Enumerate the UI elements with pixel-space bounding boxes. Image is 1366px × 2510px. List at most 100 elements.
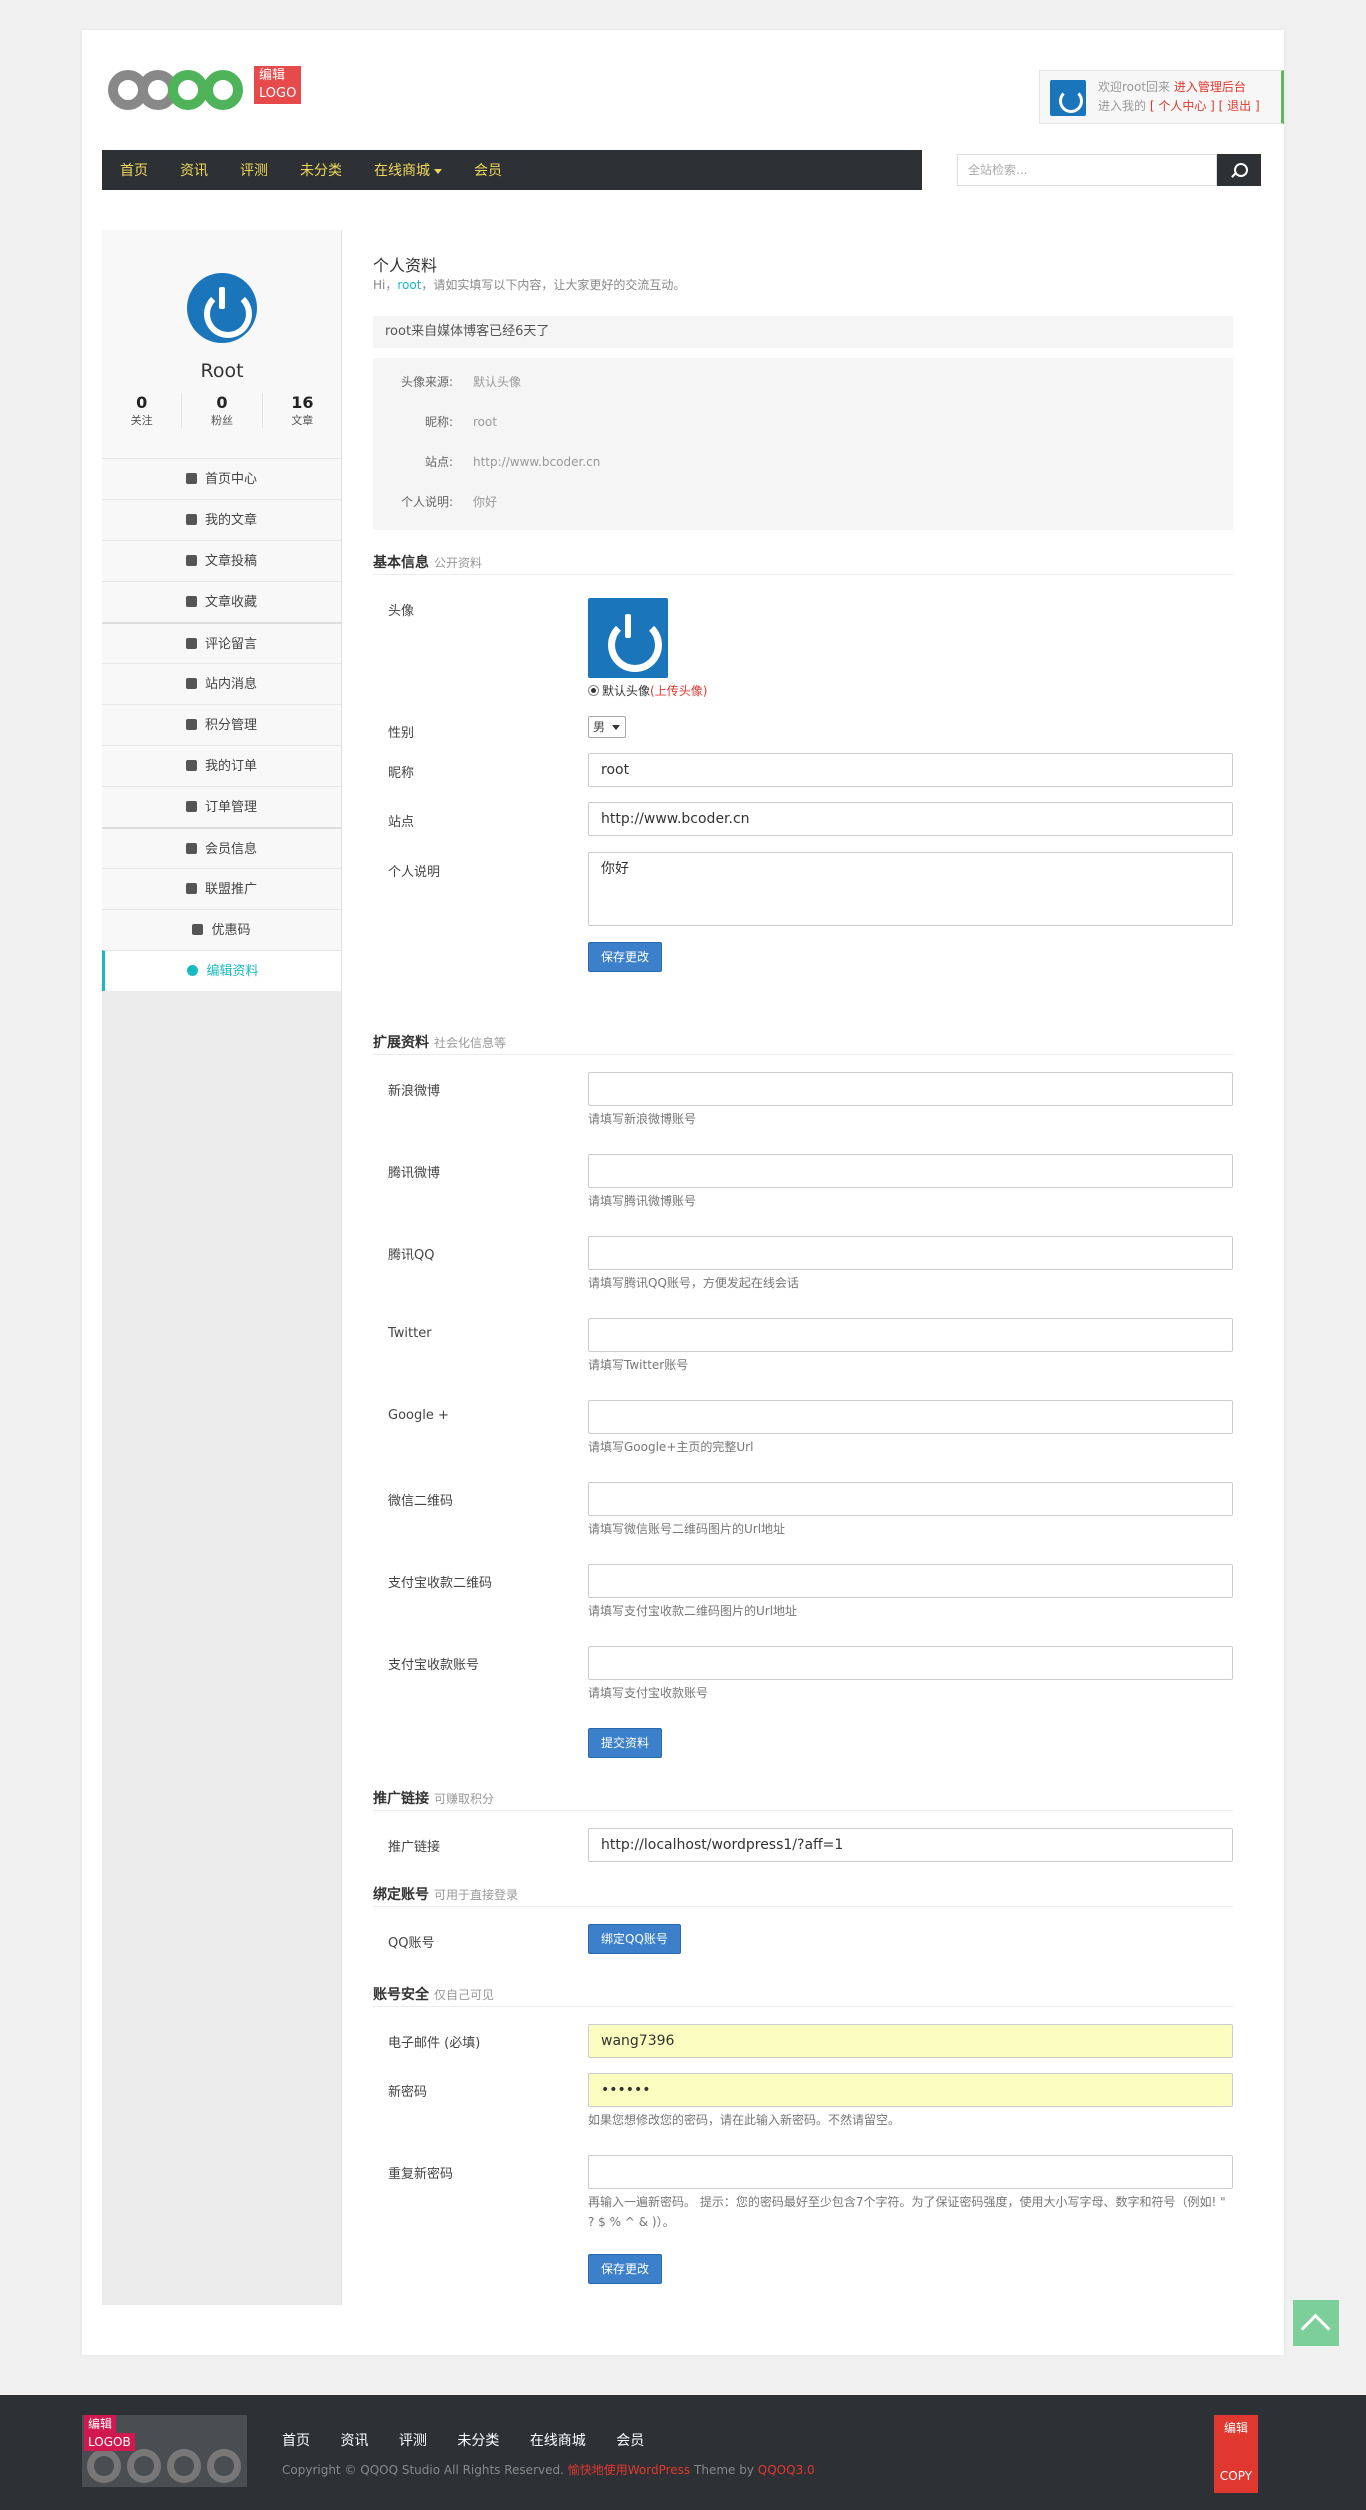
repeat-password-input[interactable] bbox=[588, 2155, 1233, 2189]
footer-nav-news[interactable]: 资讯 bbox=[340, 2433, 368, 2449]
back-to-top-button[interactable] bbox=[1293, 2300, 1339, 2346]
sidebar-item-label: 订单管理 bbox=[204, 800, 257, 815]
greeting-prefix: Hi， bbox=[373, 278, 398, 292]
qq-hint: 请填写腾讯QQ账号，方便发起在线会话 bbox=[588, 1276, 799, 1290]
site-logo[interactable]: 编辑LOGO bbox=[108, 66, 302, 130]
site-footer: 编辑 LOGOB 首页 资讯 评测 未分类 在线商城 会员 Copyright … bbox=[0, 2395, 1366, 2510]
nav-uncategorized[interactable]: 未分类 bbox=[300, 160, 342, 180]
upload-avatar-link[interactable]: (上传头像) bbox=[650, 684, 707, 698]
qq-input[interactable] bbox=[588, 1236, 1233, 1270]
nav-review[interactable]: 评测 bbox=[240, 160, 268, 180]
money-icon bbox=[185, 883, 197, 894]
sidebar-menu: 首页中心 我的文章 文章投稿 文章收藏 评论留言 站内消息 积分管理 我的订单 … bbox=[102, 458, 341, 991]
save-security-button[interactable]: 保存更改 bbox=[588, 2254, 663, 2284]
greeting-user[interactable]: root bbox=[397, 278, 421, 292]
sidebar-item-order-admin[interactable]: 订单管理 bbox=[102, 786, 341, 827]
theme-link[interactable]: QQOQ3.0 bbox=[758, 2463, 815, 2477]
site-input[interactable]: http://www.bcoder.cn bbox=[588, 802, 1233, 836]
gender-select[interactable]: 男 bbox=[588, 716, 626, 738]
footer-logo-tag[interactable]: 编辑 bbox=[84, 2415, 117, 2433]
stat-articles[interactable]: 16 文章 bbox=[263, 393, 342, 428]
greeting: Hi，root，请如实填写以下内容，让大家更好的交流互动。 bbox=[373, 276, 685, 293]
submit-extended-button[interactable]: 提交资料 bbox=[588, 1728, 663, 1758]
section-title: 绑定账号 bbox=[373, 1887, 429, 1903]
nav-member[interactable]: 会员 bbox=[474, 160, 502, 180]
logout-link[interactable]: [ 退出 ] bbox=[1219, 99, 1260, 113]
user-center-link[interactable]: [ 个人中心 ] bbox=[1150, 99, 1215, 113]
footer-edit-button[interactable]: 编辑 COPY bbox=[1214, 2415, 1258, 2493]
tencent-weibo-input[interactable] bbox=[588, 1154, 1233, 1188]
twitter-input[interactable] bbox=[588, 1318, 1233, 1352]
sidebar-item-points[interactable]: 积分管理 bbox=[102, 704, 341, 745]
nickname-input[interactable]: root bbox=[588, 753, 1233, 787]
save-basic-button[interactable]: 保存更改 bbox=[588, 942, 663, 972]
description-textarea[interactable]: 你好 bbox=[588, 852, 1233, 926]
stat-followers[interactable]: 0 粉丝 bbox=[182, 393, 263, 428]
stat-following[interactable]: 0 关注 bbox=[102, 393, 183, 428]
section-subtitle: 公开资料 bbox=[434, 556, 483, 570]
section-title: 扩展资料 bbox=[373, 1035, 429, 1051]
section-basic-title: 基本信息 公开资料 bbox=[373, 552, 1233, 575]
email-label: 电子邮件 (必填) bbox=[388, 2036, 481, 2051]
wordpress-link[interactable]: 愉快地使用WordPress bbox=[568, 2463, 690, 2477]
wechat-qr-hint: 请填写微信账号二维码图片的Url地址 bbox=[588, 1522, 786, 1536]
logo-letter bbox=[168, 70, 208, 110]
alipay-account-input[interactable] bbox=[588, 1646, 1233, 1680]
promo-label: 推广链接 bbox=[388, 1840, 441, 1855]
sidebar-item-home[interactable]: 首页中心 bbox=[102, 458, 341, 499]
footer-logo[interactable]: 编辑 LOGOB bbox=[82, 2415, 247, 2487]
wechat-qr-input[interactable] bbox=[588, 1482, 1233, 1516]
new-password-input[interactable]: •••••• bbox=[588, 2073, 1233, 2107]
sidebar-item-label: 优惠码 bbox=[211, 923, 251, 938]
nav-news[interactable]: 资讯 bbox=[180, 160, 208, 180]
nav-home[interactable]: 首页 bbox=[120, 160, 148, 180]
weibo-hint: 请填写新浪微博账号 bbox=[588, 1112, 697, 1126]
footer-nav-home[interactable]: 首页 bbox=[282, 2433, 310, 2449]
admin-link[interactable]: 进入管理后台 bbox=[1174, 80, 1246, 94]
weibo-input[interactable] bbox=[588, 1072, 1233, 1106]
nav-shop[interactable]: 在线商城 bbox=[374, 160, 442, 180]
sidebar-item-my-orders[interactable]: 我的订单 bbox=[102, 745, 341, 786]
alipay-account-label: 支付宝收款账号 bbox=[388, 1658, 480, 1673]
page-title: 个人资料 bbox=[373, 256, 438, 275]
search-button[interactable] bbox=[1217, 154, 1261, 186]
sidebar-item-coupons[interactable]: 优惠码 bbox=[102, 909, 341, 950]
membership-days: root来自媒体博客已经6天了 bbox=[373, 316, 1233, 348]
footer-nav-shop[interactable]: 在线商城 bbox=[530, 2433, 586, 2449]
search-input[interactable]: 全站检索... bbox=[957, 154, 1217, 186]
logo-edit-tag[interactable]: 编辑LOGO bbox=[254, 66, 302, 104]
user-avatar[interactable] bbox=[1050, 80, 1086, 116]
sidebar-item-edit-profile[interactable]: 编辑资料 bbox=[102, 950, 341, 991]
credit-card-icon bbox=[185, 719, 197, 730]
footer-logo-tag[interactable]: LOGOB bbox=[84, 2433, 135, 2451]
sidebar-item-label: 文章投稿 bbox=[204, 554, 257, 569]
alipay-qr-input[interactable] bbox=[588, 1564, 1233, 1598]
section-promo-title: 推广链接 可赚取积分 bbox=[373, 1788, 1233, 1811]
cube-icon bbox=[185, 514, 197, 525]
sidebar-item-messages[interactable]: 站内消息 bbox=[102, 663, 341, 704]
avatar-default-radio[interactable]: 默认头像(上传头像) bbox=[588, 682, 707, 699]
tags-icon bbox=[192, 924, 204, 935]
promo-link-input[interactable]: http://localhost/wordpress1/?aff=1 bbox=[588, 1828, 1233, 1862]
sidebar-item-comments[interactable]: 评论留言 bbox=[102, 622, 341, 663]
bind-qq-button[interactable]: 绑定QQ账号 bbox=[588, 1924, 681, 1954]
sidebar-item-member-info[interactable]: 会员信息 bbox=[102, 827, 341, 868]
footer-nav: 首页 资讯 评测 未分类 在线商城 会员 bbox=[282, 2430, 670, 2450]
google-input[interactable] bbox=[588, 1400, 1233, 1434]
sidebar-item-label: 文章收藏 bbox=[204, 595, 257, 610]
footer-nav-uncategorized[interactable]: 未分类 bbox=[457, 2433, 499, 2449]
sidebar-item-favorites[interactable]: 文章收藏 bbox=[102, 581, 341, 622]
sidebar-item-submit[interactable]: 文章投稿 bbox=[102, 540, 341, 581]
weibo-label: 新浪微博 bbox=[388, 1084, 441, 1099]
footer-nav-review[interactable]: 评测 bbox=[399, 2433, 427, 2449]
email-input[interactable]: wang7396 bbox=[588, 2024, 1233, 2058]
sidebar-item-affiliate[interactable]: 联盟推广 bbox=[102, 868, 341, 909]
sidebar-item-my-articles[interactable]: 我的文章 bbox=[102, 499, 341, 540]
summary-value: root bbox=[473, 415, 498, 429]
footer-nav-member[interactable]: 会员 bbox=[616, 2433, 644, 2449]
profile-summary: 头像来源: 默认头像 昵称: root 站点: http://www.bcoder.c… bbox=[373, 358, 1233, 530]
edit-icon bbox=[185, 555, 197, 566]
sidebar-item-label: 首页中心 bbox=[204, 472, 257, 487]
alipay-qr-label: 支付宝收款二维码 bbox=[388, 1576, 493, 1591]
cart-icon bbox=[185, 760, 197, 771]
